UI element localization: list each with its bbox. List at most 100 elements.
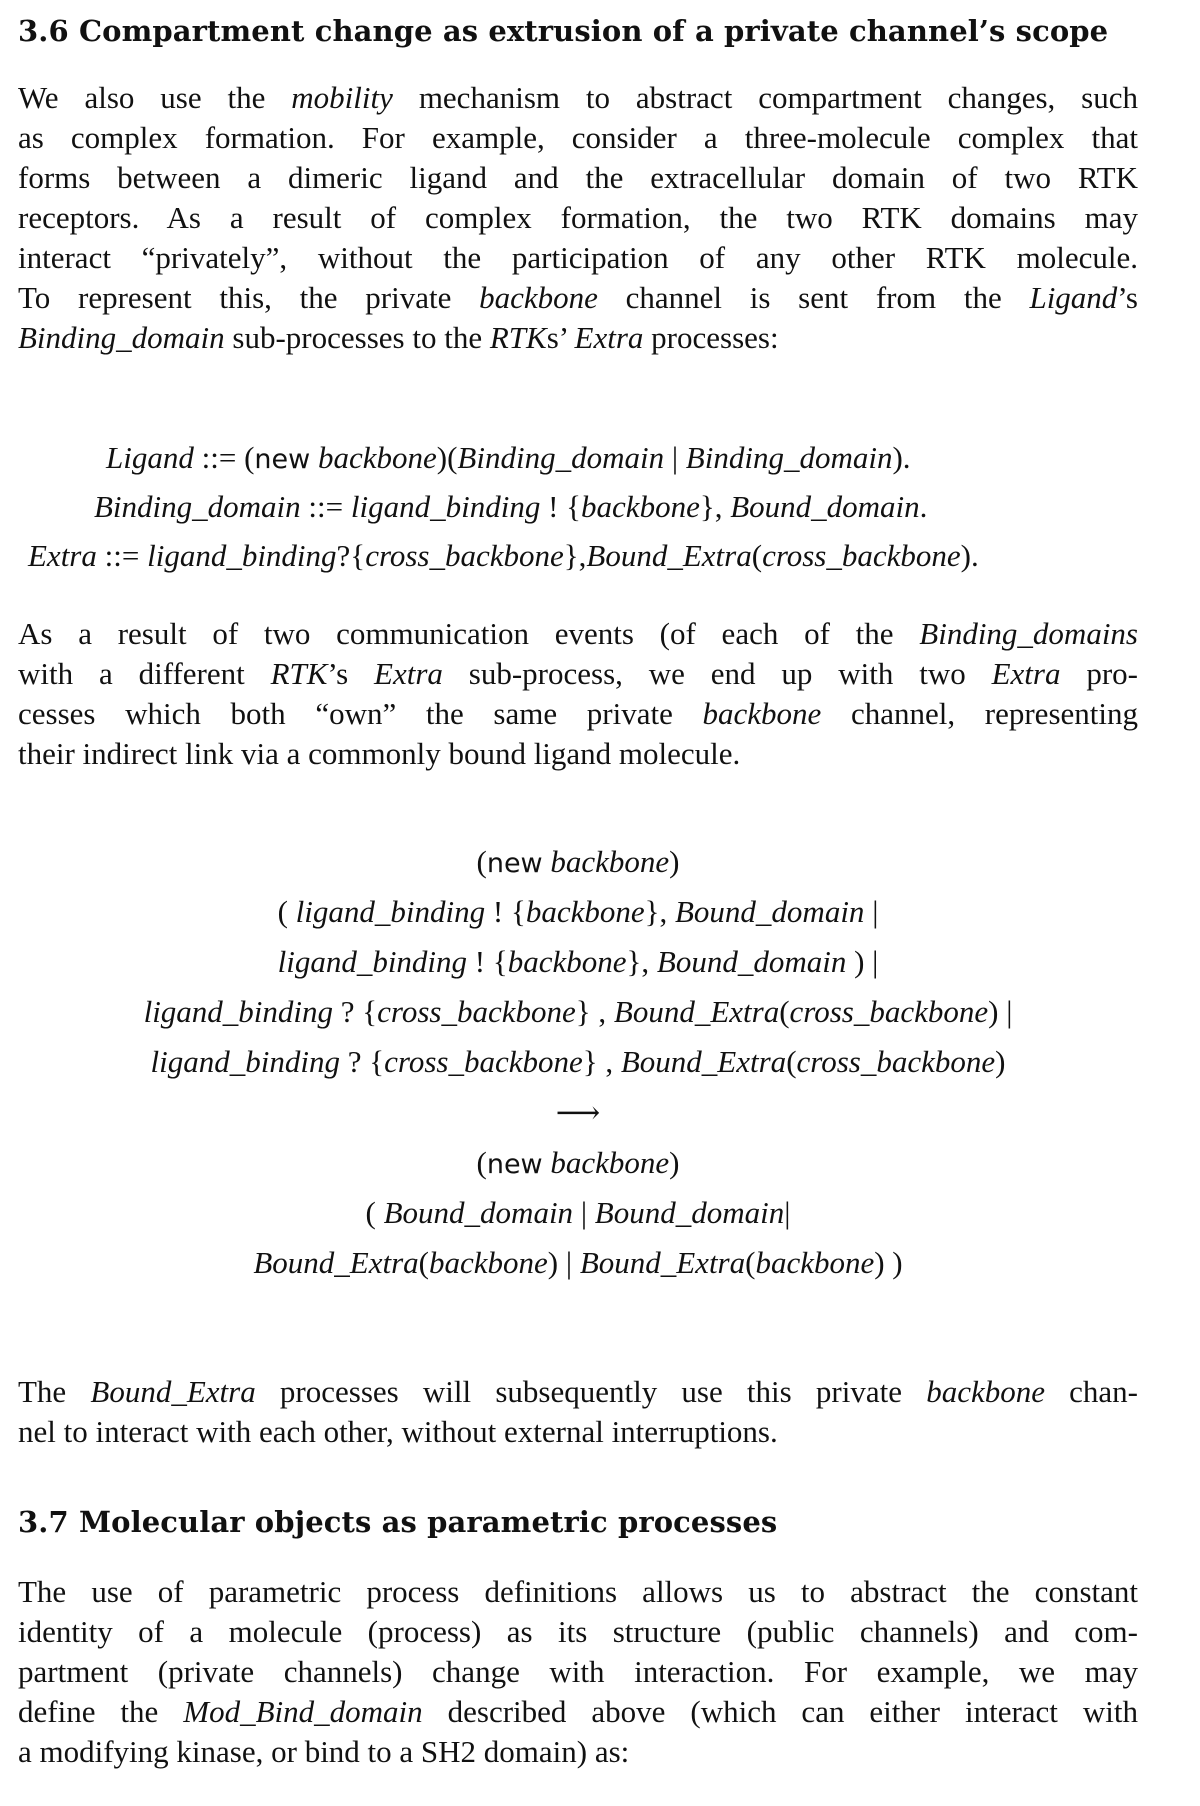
term-rtk: RTK [270, 656, 328, 691]
term-backbone: backbone [702, 696, 822, 731]
term-backbone: backbone [926, 1374, 1045, 1409]
text-span: ) | [846, 944, 879, 979]
rule-extra: Extra ::= ligand_binding?{cross_backbone… [28, 538, 979, 574]
term-bound-domain: Bound_domain [675, 894, 865, 929]
reduction-line-new: (new backbone) [476, 1145, 680, 1180]
term-binding-domain: Binding_domain [685, 440, 893, 475]
term-ligand-binding: ligand_binding [295, 894, 486, 929]
text-span: ( [751, 538, 763, 573]
text-line: cesses which both “own” the same private… [18, 694, 1138, 734]
text-span: To represent this, the private [18, 280, 480, 315]
text-span: ( [745, 1245, 756, 1280]
term-ligand-binding: ligand_binding [150, 1044, 340, 1079]
term-cross-backbone: cross_backbone [365, 538, 564, 573]
term-ligand-binding: ligand_binding [143, 994, 334, 1029]
reduction-arrow: ⟶ [555, 1095, 601, 1130]
text-span: . [919, 489, 928, 524]
term-bound-domain: Bound_domain [656, 944, 847, 979]
text-span: We also use the [18, 80, 292, 115]
text-span: | [664, 440, 686, 475]
term-mod-bind-domain: Mod_Bind_domain [183, 1694, 423, 1729]
text-span: channel is sent from the [597, 280, 1030, 315]
text-span: ( [786, 1044, 797, 1079]
rule-ligand: Ligand ::= (new backbone)(Binding_domain… [106, 440, 911, 475]
text-span: }, [563, 538, 587, 573]
text-span: } , [582, 1044, 621, 1079]
term-mobility: mobility [291, 80, 393, 115]
text-line: define the Mod_Bind_domain described abo… [18, 1692, 1138, 1732]
term-binding-domain: Binding_domain [457, 440, 665, 475]
text-span: mechanism to abstract compartment change… [392, 80, 1138, 115]
text-span: ? { [333, 994, 378, 1029]
reduction-line: ligand_binding ? {cross_backbone} , Boun… [18, 994, 1138, 1030]
term-backbone: backbone [429, 1245, 548, 1280]
keyword-new: new [254, 444, 311, 475]
term-bound-extra: Bound_Extra [253, 1245, 419, 1280]
reduction-line: ( ligand_binding ! {backbone}, Bound_dom… [18, 894, 1138, 930]
text-line: The Bound_Extra processes will subsequen… [18, 1372, 1138, 1412]
text-span: ) [995, 1044, 1006, 1079]
text-line: partment (private channels) change with … [18, 1654, 1138, 1689]
text-span: ! { [540, 489, 582, 524]
text-span: channel, representing [821, 696, 1138, 731]
text-span: ). [892, 440, 911, 475]
term-extra: Extra [574, 320, 644, 355]
paragraph-intro: We also use the mobility mechanism to ab… [18, 78, 1138, 358]
text-span: processes will subsequently use this pri… [255, 1374, 927, 1409]
text-line: interact “privately”, without the partic… [18, 240, 1138, 275]
text-line: nel to interact with each other, without… [18, 1414, 778, 1449]
rule-operator: ::= [193, 440, 245, 475]
text-line: with a different RTK’s Extra sub-process… [18, 654, 1138, 694]
term-bound-extra: Bound_Extra [586, 538, 752, 573]
reduction-line: Bound_Extra(backbone) | Bound_Extra(back… [18, 1245, 1138, 1281]
text-span: with a different [18, 656, 271, 691]
term-backbone: backbone [507, 944, 627, 979]
text-span: cesses which both “own” the same private [18, 696, 703, 731]
term-bound-extra: Bound_Extra [579, 1245, 746, 1280]
reduction-line: ligand_binding ? {cross_backbone} , Boun… [18, 1044, 1138, 1080]
text-span: processes: [643, 320, 779, 355]
text-span: )( [436, 440, 458, 475]
text-span: ). [960, 538, 979, 573]
text-span: | [864, 894, 879, 929]
rule-lhs: Extra [28, 538, 97, 573]
term-ligand-binding: ligand_binding [147, 538, 337, 573]
text-span: ! { [485, 894, 526, 929]
term-cross-backbone: cross_backbone [789, 994, 989, 1029]
text-span: ? { [340, 1044, 385, 1079]
term-rtk: RTK [489, 320, 547, 355]
term-cross-backbone: cross_backbone [796, 1044, 996, 1079]
term-cross-backbone: cross_backbone [377, 994, 576, 1029]
term-ligand: Ligand [1029, 280, 1118, 315]
rule-lhs: Binding_domain [94, 489, 301, 524]
text-span: }, [626, 944, 657, 979]
reduction-line-new: (new backbone) [476, 844, 680, 879]
text-span: ) | [988, 994, 1013, 1029]
text-span: ( [418, 1245, 429, 1280]
text-line: To represent this, the private backbone … [18, 278, 1138, 318]
text-span: ! { [467, 944, 508, 979]
text-span: The [18, 1374, 91, 1409]
term-backbone: backbone [479, 280, 598, 315]
text-line: a modifying kinase, or bind to a SH2 dom… [18, 1734, 630, 1769]
term-bound-domain: Bound_domain [594, 1195, 785, 1230]
section-heading-3-7: 3.7 Molecular objects as parametric proc… [18, 1505, 778, 1539]
text-line: their indirect link via a commonly bound… [18, 736, 741, 771]
section-heading-3-6: 3.6 Compartment change as extrusion of a… [18, 14, 1109, 48]
text-span: ?{ [336, 538, 366, 573]
term-backbone: backbone [755, 1245, 875, 1280]
term-ligand-binding: ligand_binding [277, 944, 468, 979]
text-span: As a result of two communication events … [18, 616, 920, 651]
text-line: The use of parametric process definition… [18, 1574, 1138, 1609]
reduction-line: ligand_binding ! {backbone}, Bound_domai… [18, 944, 1138, 980]
text-line: as complex formation. For example, consi… [18, 120, 1138, 155]
term-backbone: backbone [550, 844, 670, 879]
paragraph-result: As a result of two communication events … [18, 614, 1138, 774]
text-span: ) | [547, 1245, 580, 1280]
reduction-line: ( Bound_domain | Bound_domain| [18, 1195, 1138, 1231]
term-cross-backbone: cross_backbone [384, 1044, 583, 1079]
paragraph-parametric: The use of parametric process definition… [18, 1572, 1138, 1772]
text-span: ’s [1117, 280, 1138, 315]
term-bound-extra: Bound_Extra [620, 1044, 787, 1079]
text-line: identity of a molecule (process) as its … [18, 1614, 1138, 1649]
